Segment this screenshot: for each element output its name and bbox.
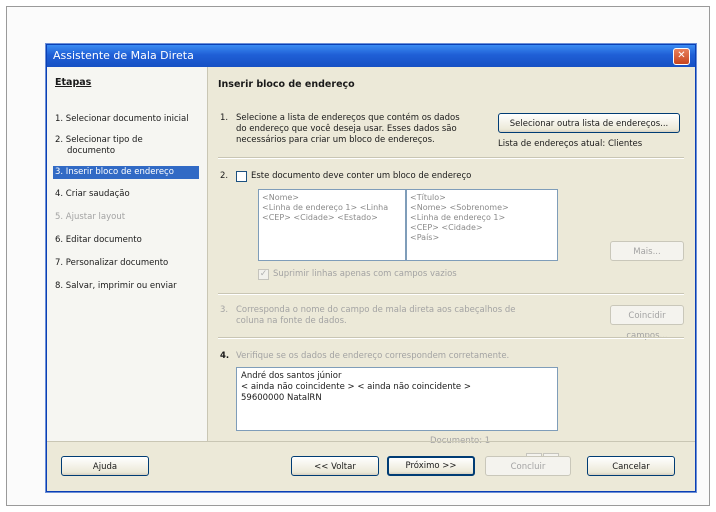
preview1-line: <Linha de endereço 1> <Linha	[262, 203, 389, 212]
step3-number: 3.	[220, 305, 229, 315]
step-create-salutation[interactable]: 4. Criar saudação	[53, 188, 207, 201]
current-address-list: Lista de endereços atual: Clientes	[498, 139, 643, 149]
suppress-empty-lines-label: Suprimir linhas apenas com campos vazios	[273, 269, 457, 279]
preview2-line: <Linha de endereço 1>	[410, 213, 506, 222]
cancel-button[interactable]: Cancelar	[587, 456, 675, 476]
divider	[218, 157, 684, 159]
preview2-line: <País>	[410, 233, 440, 242]
main-content: Inserir bloco de endereço 1. Selecione a…	[208, 67, 695, 446]
preview2-line: <Título>	[410, 193, 446, 202]
match-fields-button[interactable]: Coincidir campos...	[610, 305, 684, 341]
close-button[interactable]: ✕	[673, 48, 690, 65]
step-personalize-document[interactable]: 7. Personalizar documento	[53, 257, 207, 270]
step1-text-line3: necessários para criar um bloco de ender…	[236, 135, 435, 145]
address-block-preview-1[interactable]: <Nome> <Linha de endereço 1> <Linha <CEP…	[258, 189, 406, 261]
address-block-checkbox[interactable]	[236, 171, 247, 182]
address-line: André dos santos júnior	[241, 371, 342, 381]
step4-label: Verifique se os dados de endereço corres…	[236, 351, 510, 361]
suppress-empty-lines-checkbox[interactable]: ✓	[258, 269, 269, 280]
step-edit-document[interactable]: 6. Editar documento	[53, 234, 207, 247]
next-button[interactable]: Próximo >>	[387, 456, 475, 476]
address-block-preview-2[interactable]: <Título> <Nome> <Sobrenome> <Linha de en…	[406, 189, 558, 261]
more-button[interactable]: Mais...	[610, 241, 684, 261]
address-line: 59600000 NatalRN	[241, 393, 322, 403]
step-select-initial-document[interactable]: 1. Selecionar documento inicial	[53, 113, 207, 126]
divider	[218, 293, 684, 295]
divider	[218, 337, 684, 339]
step2-number: 2.	[220, 171, 229, 181]
step1-text-line2: do endereço que você deseja usar. Esses …	[236, 124, 457, 134]
finish-button[interactable]: Concluir	[485, 456, 571, 476]
step-select-document-type-cont[interactable]: documento	[65, 145, 199, 158]
steps-panel: Etapas 1. Selecionar documento inicial 2…	[47, 67, 208, 441]
select-address-list-button[interactable]: Selecionar outra lista de endereços...	[498, 113, 680, 133]
mail-merge-wizard-dialog: Assistente de Mala Direta ✕ Etapas 1. Se…	[46, 44, 696, 492]
steps-title: Etapas	[55, 77, 92, 88]
button-bar: Ajuda << Voltar Próximo >> Concluir Canc…	[47, 441, 695, 492]
step1-text-line1: Selecione a lista de endereços que conté…	[236, 113, 460, 123]
page-title: Inserir bloco de endereço	[218, 79, 355, 90]
help-button[interactable]: Ajuda	[61, 456, 149, 476]
step-adjust-layout: 5. Ajustar layout	[55, 212, 126, 222]
address-block-checkbox-label: Este documento deve conter um bloco de e…	[251, 171, 472, 181]
step3-text-line2: coluna na fonte de dados.	[236, 316, 347, 326]
back-button[interactable]: << Voltar	[291, 456, 379, 476]
window-title: Assistente de Mala Direta	[53, 49, 194, 62]
preview2-line: <CEP> <Cidade>	[410, 223, 483, 232]
step-insert-address-block[interactable]: 3. Inserir bloco de endereço	[53, 166, 199, 179]
preview2-line: <Nome> <Sobrenome>	[410, 203, 509, 212]
preview1-line: <Nome>	[262, 193, 299, 202]
address-preview: André dos santos júnior < ainda não coin…	[236, 367, 558, 431]
address-line: < ainda não coincidente > < ainda não co…	[241, 382, 471, 392]
title-bar: Assistente de Mala Direta ✕	[47, 45, 695, 67]
step3-text-line1: Corresponda o nome do campo de mala dire…	[236, 305, 516, 315]
preview1-line: <CEP> <Cidade> <Estado>	[262, 213, 378, 222]
step1-number: 1.	[220, 113, 229, 123]
step4-number: 4.	[220, 351, 230, 361]
step-save-print-send[interactable]: 8. Salvar, imprimir ou enviar	[53, 280, 207, 293]
